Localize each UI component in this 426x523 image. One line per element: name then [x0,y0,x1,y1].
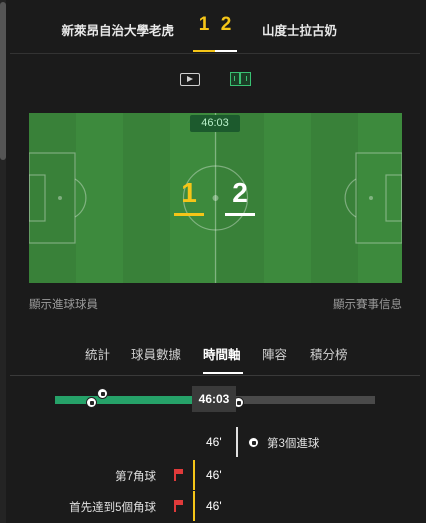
pitch-home-score: 1 [181,177,197,208]
show-match-info-link[interactable]: 顯示賽事信息 [333,296,402,312]
event-text: 第7角球 [115,471,156,483]
goal-ball-icon[interactable] [86,397,97,408]
timeline-played [55,396,195,404]
pitch-lines [29,113,402,283]
event-home-marker [193,460,195,490]
corner-flag-icon [174,500,184,512]
home-score: 1 [198,14,210,35]
event-away-marker [236,427,238,457]
event-minute: 46' [206,499,222,513]
timeline-event: 首先達到5個角球 46' [10,491,420,521]
video-icon[interactable] [180,73,200,86]
media-toggle-row [0,66,426,92]
event-home-marker [193,491,195,521]
timeline-current-minute: 46:03 [192,386,236,412]
tab-timeline[interactable]: 時間軸 [203,344,241,363]
event-text: 第3個進球 [267,438,320,450]
tab-standings[interactable]: 積分榜 [310,344,348,363]
match-tabs: 統計 球員數據 時間軸 陣容 積分榜 [10,338,420,376]
home-score-underline [193,50,215,52]
event-text: 首先達到5個角球 [69,502,156,514]
pitch-away-score-underline [225,213,255,216]
live-pitch: 46:03 1 2 [29,113,402,283]
active-tab-indicator [203,372,243,374]
goal-ball-icon[interactable] [97,388,108,399]
home-team-name[interactable]: 新萊昂自治大學老虎 [61,20,174,39]
away-score: 2 [220,14,232,35]
event-minute: 46' [206,468,222,482]
ball-icon [248,437,259,448]
corner-flag-icon [174,469,184,481]
pitch-home-score-underline [174,213,204,216]
timeline-event: 第7角球 46' [10,460,420,490]
timeline-event: 46' 第3個進球 [10,427,420,457]
match-header: 新萊昂自治大學老虎 1 2 山度士拉古奶 [10,0,420,54]
match-minute-badge: 46:03 [190,115,240,132]
tab-player-stats[interactable]: 球員數據 [131,344,181,363]
event-minute: 46' [206,435,222,449]
pitch-away-score: 2 [232,177,248,208]
pitch-icon[interactable] [230,72,251,86]
away-score-underline [215,50,237,52]
show-scorers-link[interactable]: 顯示進球球員 [29,296,98,312]
tab-stats[interactable]: 統計 [85,344,110,363]
timeline-remaining [235,396,375,404]
away-team-name[interactable]: 山度士拉古奶 [262,20,337,39]
tab-lineups[interactable]: 陣容 [262,344,287,363]
